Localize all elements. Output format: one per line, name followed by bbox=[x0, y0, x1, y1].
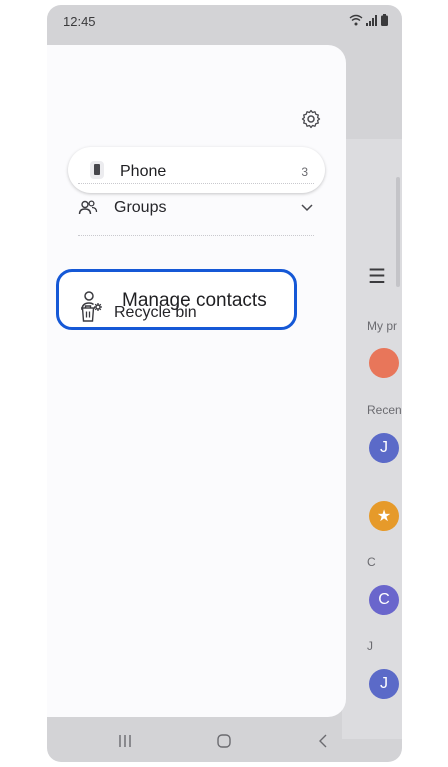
phone-icon bbox=[90, 161, 104, 179]
home-icon bbox=[217, 734, 231, 748]
profile-avatar[interactable] bbox=[369, 348, 399, 378]
signal-icon bbox=[366, 14, 377, 26]
status-icons bbox=[349, 14, 388, 26]
phone-storage-label: Phone bbox=[120, 163, 167, 180]
back-button[interactable] bbox=[313, 731, 333, 751]
groups-item[interactable]: Groups bbox=[47, 187, 346, 227]
favorite-avatar[interactable]: ★ bbox=[369, 501, 399, 531]
status-time: 12:45 bbox=[63, 14, 96, 29]
contact-avatar[interactable]: C bbox=[369, 585, 399, 615]
recent-apps-icon bbox=[119, 735, 131, 747]
my-profile-label: My pr bbox=[367, 319, 397, 333]
recycle-bin-label: Recycle bin bbox=[114, 304, 197, 321]
divider bbox=[78, 235, 314, 236]
divider bbox=[78, 183, 314, 184]
groups-icon bbox=[78, 200, 98, 215]
recent-label: Recen bbox=[367, 403, 402, 417]
scroll-indicator bbox=[396, 177, 400, 287]
trash-icon bbox=[81, 305, 95, 322]
home-button[interactable] bbox=[214, 731, 234, 751]
contact-avatar[interactable]: J bbox=[369, 433, 399, 463]
settings-icon[interactable] bbox=[299, 107, 323, 131]
wifi-icon bbox=[349, 14, 363, 26]
back-icon bbox=[319, 734, 327, 748]
section-j-label: J bbox=[367, 639, 373, 653]
menu-icon[interactable]: ☰ bbox=[368, 264, 386, 289]
recycle-bin-item[interactable]: Recycle bin bbox=[47, 292, 346, 332]
system-navigation-bar bbox=[47, 719, 402, 762]
contact-avatar[interactable]: J bbox=[369, 669, 399, 699]
phone-screen: 12:45 ☰ My pr Recen J ★ C C J J Phone 3 … bbox=[47, 5, 402, 762]
phone-contact-count: 3 bbox=[301, 165, 308, 179]
status-bar: 12:45 bbox=[47, 5, 402, 39]
chevron-down-icon[interactable] bbox=[299, 199, 315, 215]
navigation-drawer: Phone 3 Groups Manage contacts Recycle b… bbox=[47, 45, 346, 717]
groups-label: Groups bbox=[114, 199, 167, 216]
section-c-label: C bbox=[367, 555, 376, 569]
battery-icon bbox=[381, 14, 388, 26]
recent-apps-button[interactable] bbox=[115, 731, 135, 751]
